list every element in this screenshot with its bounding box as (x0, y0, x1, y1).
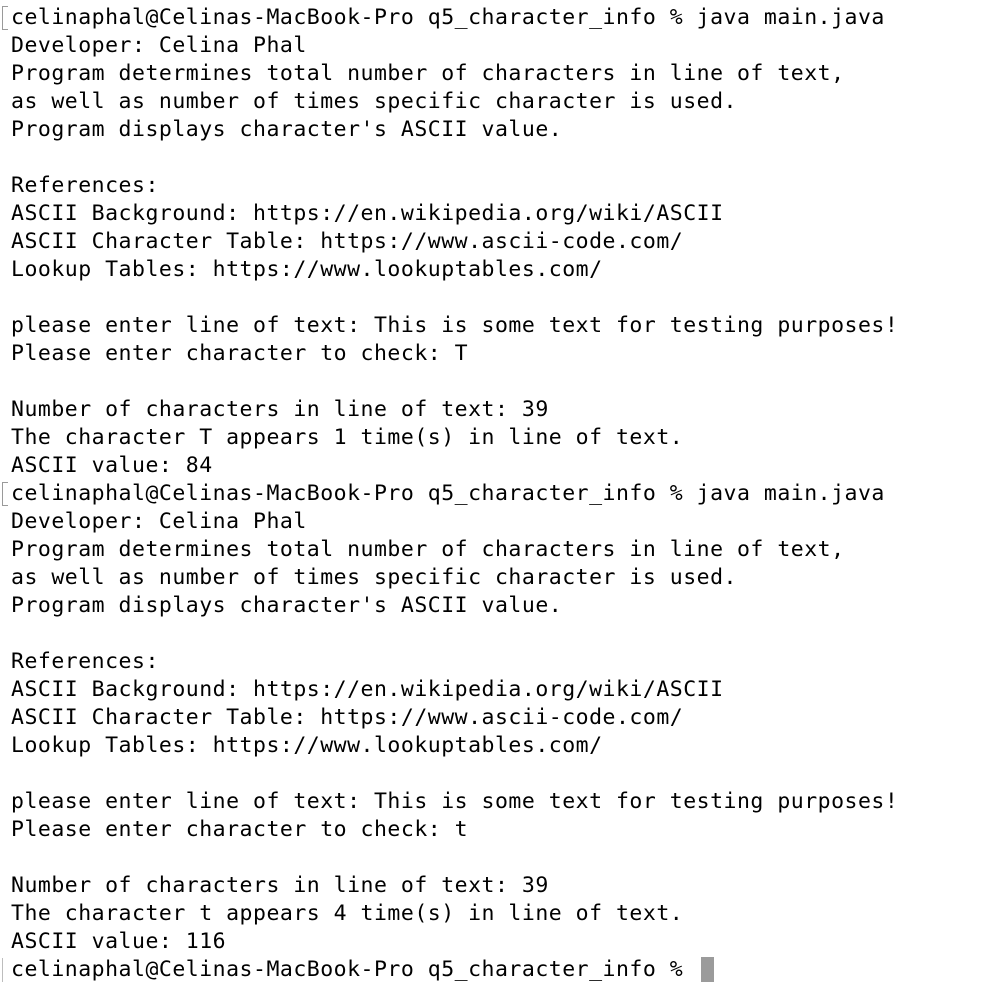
output-developer: Developer: Celina Phal (11, 509, 307, 534)
output-description-1: Program determines total number of chara… (11, 61, 845, 86)
prompt-mark-icon (2, 482, 8, 506)
output-description-1: Program determines total number of chara… (11, 537, 845, 562)
output-character-appears: The character t appears 4 time(s) in lin… (11, 901, 684, 926)
output-character-appears: The character T appears 1 time(s) in lin… (11, 425, 684, 450)
prompt-text: celinaphal@Celinas-MacBook-Pro q5_charac… (11, 481, 885, 506)
terminal-window[interactable]: celinaphal@Celinas-MacBook-Pro q5_charac… (0, 4, 1002, 983)
input-line-of-text: please enter line of text: This is some … (11, 313, 899, 338)
output-description-2: as well as number of times specific char… (11, 89, 737, 114)
output-reference-3: Lookup Tables: https://www.lookuptables.… (11, 733, 603, 758)
output-ascii-value: ASCII value: 84 (11, 453, 213, 478)
input-character: Please enter character to check: T (11, 341, 469, 366)
output-references-heading: References: (11, 649, 159, 674)
output-description-3: Program displays character's ASCII value… (11, 593, 563, 618)
prompt-mark-icon (2, 6, 8, 30)
input-character: Please enter character to check: t (11, 817, 469, 842)
text-cursor[interactable] (700, 957, 714, 982)
output-reference-2: ASCII Character Table: https://www.ascii… (11, 229, 684, 254)
active-prompt-line[interactable]: celinaphal@Celinas-MacBook-Pro q5_charac… (0, 956, 1002, 984)
prompt-text: celinaphal@Celinas-MacBook-Pro q5_charac… (11, 5, 885, 30)
output-character-count: Number of characters in line of text: 39 (11, 873, 549, 898)
output-references-heading: References: (11, 173, 159, 198)
output-ascii-value: ASCII value: 116 (11, 929, 227, 954)
prompt-mark-icon (2, 958, 8, 982)
output-character-count: Number of characters in line of text: 39 (11, 397, 549, 422)
output-reference-1: ASCII Background: https://en.wikipedia.o… (11, 201, 724, 226)
output-reference-3: Lookup Tables: https://www.lookuptables.… (11, 257, 603, 282)
command-prompt-line: celinaphal@Celinas-MacBook-Pro q5_charac… (0, 480, 1002, 508)
input-line-of-text: please enter line of text: This is some … (11, 789, 899, 814)
output-description-2: as well as number of times specific char… (11, 565, 737, 590)
prompt-text: celinaphal@Celinas-MacBook-Pro q5_charac… (11, 957, 697, 982)
output-description-3: Program displays character's ASCII value… (11, 117, 563, 142)
command-prompt-line: celinaphal@Celinas-MacBook-Pro q5_charac… (0, 4, 1002, 32)
output-reference-1: ASCII Background: https://en.wikipedia.o… (11, 677, 724, 702)
output-reference-2: ASCII Character Table: https://www.ascii… (11, 705, 684, 730)
output-developer: Developer: Celina Phal (11, 33, 307, 58)
